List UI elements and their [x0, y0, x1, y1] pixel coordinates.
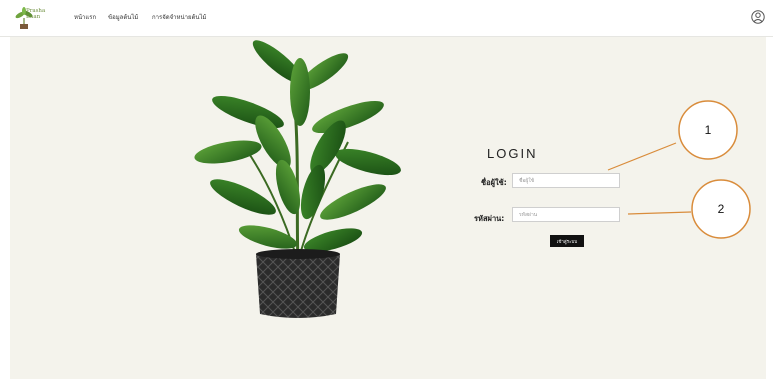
- nav-plant-sales[interactable]: การจัดจำหน่ายต้นไม้: [152, 12, 206, 22]
- nav-plant-info[interactable]: ข้อมูลต้นไม้: [108, 12, 138, 22]
- logo-text: Prasha Baan: [26, 8, 46, 20]
- username-input[interactable]: [512, 173, 620, 188]
- callout-number-1: 1: [704, 123, 712, 137]
- potted-plant-image: [194, 40, 401, 318]
- username-label: ชื่อผู้ใช้:: [481, 178, 507, 187]
- nav-home[interactable]: หน้าแรก: [74, 12, 96, 22]
- callout-number-2: 2: [717, 202, 725, 216]
- login-button[interactable]: เข้าสู่ระบบ: [550, 235, 584, 247]
- login-title: LOGIN: [487, 146, 538, 161]
- password-label: รหัสผ่าน:: [474, 214, 505, 223]
- password-input[interactable]: [512, 207, 620, 222]
- user-circle-icon[interactable]: [751, 10, 765, 24]
